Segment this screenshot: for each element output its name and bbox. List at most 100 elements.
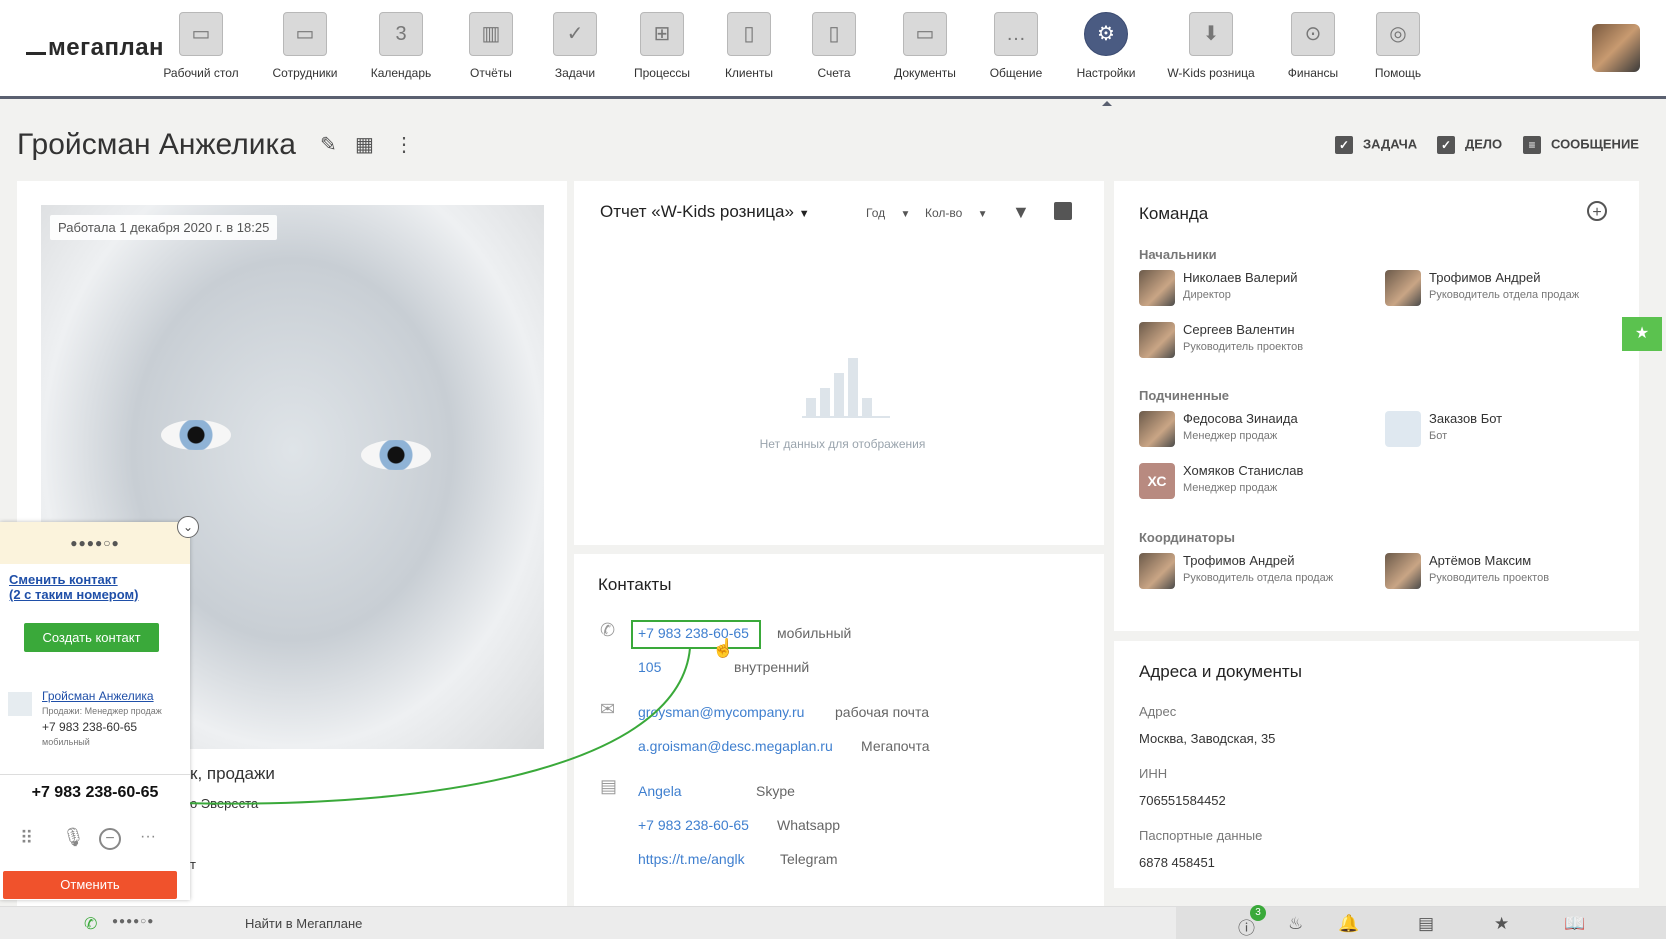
subordinates-heading: Подчиненные (1139, 388, 1230, 403)
addresses-title: Адреса и документы (1139, 662, 1302, 681)
hold-icon[interactable]: − (99, 828, 121, 850)
settings-icon: ⚙ (1084, 12, 1128, 56)
megaplan-logo[interactable]: мегаплан (26, 34, 164, 62)
dialpad-icon[interactable]: ⠿ (20, 828, 33, 849)
team-member-boss-3[interactable]: Сергеев Валентин Руководитель проектов (1139, 322, 1369, 362)
nav-label: Общение (989, 66, 1043, 80)
add-deal-button[interactable]: ✓ ДЕЛО (1437, 136, 1502, 154)
nav-documents[interactable]: ▭ Документы (880, 12, 970, 80)
nav-employees[interactable]: ▭ Сотрудники (260, 12, 350, 80)
contact-name-link[interactable]: Гройсман Анжелика (42, 689, 154, 703)
bottom-toolbar: ⓘ 3 ♨ 🔔 ▤ ★ 📖 (1176, 905, 1666, 939)
nav-processes[interactable]: ⊞ Процессы (617, 12, 707, 80)
team-member-coordinator-2[interactable]: Артёмов Максим Руководитель проектов (1385, 553, 1615, 593)
book-icon[interactable]: 📖 (1564, 914, 1585, 934)
phone-type-mobile: мобильный (777, 625, 852, 641)
period-select[interactable]: Год ▼ (866, 206, 910, 220)
call-link-arrow (179, 647, 691, 808)
contact-telegram[interactable]: https://t.me/anglk (638, 851, 745, 867)
contact-role: Продажи: Менеджер продаж (42, 706, 162, 716)
add-team-member-icon[interactable]: + (1587, 201, 1607, 221)
star-icon[interactable]: ★ (1494, 914, 1509, 934)
nav-label: Задачи (554, 66, 596, 80)
team-member-subordinate-1[interactable]: Федосова Зинаида Менеджер продаж (1139, 411, 1369, 451)
phone-icon: ✆ (600, 620, 616, 640)
chat-icon[interactable]: ▤ (1418, 914, 1434, 934)
call-status: ●●●●○● (0, 522, 190, 564)
documents-icon: ▭ (903, 12, 947, 56)
avatar (1385, 553, 1421, 589)
nav-tasks[interactable]: ✓ Задачи (530, 12, 620, 80)
nav-finance[interactable]: ⊙ Финансы (1268, 12, 1358, 80)
nav-chat[interactable]: … Общение (971, 12, 1061, 80)
card-view-icon[interactable]: ▦ (355, 132, 374, 157)
favorites-star-tab[interactable]: ★ (1622, 317, 1662, 351)
extra-text: т (190, 857, 196, 872)
nav-calendar[interactable]: 3 Календарь (356, 12, 446, 80)
dialed-number: +7 983 238-60-65 (31, 784, 159, 801)
nav-settings[interactable]: ⚙ Настройки (1061, 12, 1151, 106)
team-member-subordinate-3[interactable]: ХС Хомяков Станислав Менеджер продаж (1139, 463, 1369, 503)
team-member-boss-1[interactable]: Николаев Валерий Директор (1139, 270, 1369, 310)
user-avatar[interactable] (1592, 24, 1640, 72)
add-task-button[interactable]: ✓ ЗАДАЧА (1335, 136, 1417, 154)
messenger-type-telegram: Telegram (780, 851, 838, 867)
help-icon: ◎ (1376, 12, 1420, 56)
wkids-icon: ⬇ (1189, 12, 1233, 56)
avatar (1139, 270, 1175, 306)
team-member-boss-2[interactable]: Трофимов Андрей Руководитель отдела прода… (1385, 270, 1615, 310)
more-options-icon[interactable]: ··· (140, 828, 156, 846)
chat-icon: … (994, 12, 1038, 56)
cancel-call-button[interactable]: Отменить (3, 871, 177, 899)
nav-desktop[interactable]: ▭ Рабочий стол (156, 12, 246, 80)
divider (0, 774, 190, 775)
nav-label: Финансы (1287, 66, 1339, 80)
fire-icon[interactable]: ♨ (1288, 914, 1303, 934)
microphone-icon[interactable]: 🎙 (62, 827, 85, 848)
nav-clients[interactable]: ▯ Клиенты (704, 12, 794, 80)
clients-icon: ▯ (727, 12, 771, 56)
top-navigation: мегаплан ▭ Рабочий стол ▭ Сотрудники 3 Календ… (0, 0, 1666, 106)
deal-icon: ✓ (1437, 136, 1455, 154)
nav-reports[interactable]: ▥ Отчёты (446, 12, 536, 80)
bosses-heading: Начальники (1139, 247, 1217, 262)
nav-help[interactable]: ◎ Помощь (1353, 12, 1443, 80)
collapse-widget-icon[interactable]: ⌄ (177, 516, 199, 538)
global-search[interactable]: Найти в Мегаплане (245, 916, 362, 931)
task-icon: ✓ (1335, 136, 1353, 154)
metric-select[interactable]: Кол-во ▼ (925, 206, 988, 220)
phone-widget: ●●●●○● Сменить контакт (2 с таким номером… (0, 522, 190, 900)
employees-icon: ▭ (283, 12, 327, 56)
nav-label: Счета (817, 66, 851, 80)
nav-invoices[interactable]: ▯ Счета (789, 12, 879, 80)
filter-icon[interactable]: ▼ (1012, 202, 1030, 223)
bell-icon[interactable]: 🔔 (1338, 914, 1359, 934)
page-title: Гройсман Анжелика (17, 128, 296, 161)
nav-wkids[interactable]: ⬇ W-Kids розница (1166, 12, 1256, 80)
contact-avatar (8, 692, 32, 716)
reports-icon: ▥ (469, 12, 513, 56)
team-member-coordinator-1[interactable]: Трофимов Андрей Руководитель отдела прода… (1139, 553, 1369, 593)
empty-report-text: Нет данных для отображения (759, 437, 926, 451)
passport-value: 6878 458451 (1139, 855, 1215, 870)
team-member-subordinate-2[interactable]: Заказов Бот Бот (1385, 411, 1615, 451)
edit-icon[interactable]: ✎ (320, 132, 337, 157)
chart-toggle-icon[interactable] (1054, 202, 1072, 220)
more-menu-icon[interactable]: ⋮ (394, 132, 414, 157)
alerts-count-badge: 3 (1250, 905, 1266, 921)
finance-icon: ⊙ (1291, 12, 1335, 56)
last-activity-badge: Работала 1 декабря 2020 г. в 18:25 (50, 215, 278, 240)
nav-label: Рабочий стол (163, 66, 239, 80)
address-label: Адрес (1139, 704, 1177, 719)
create-contact-button[interactable]: Создать контакт (24, 623, 159, 652)
photo-eye-right (361, 440, 431, 470)
report-title-dropdown[interactable]: Отчет «W-Kids розница» ▼ (600, 202, 810, 222)
send-message-button[interactable]: ≡ СООБЩЕНИЕ (1523, 136, 1639, 154)
nav-label: Сотрудники (272, 66, 338, 80)
phone-call-icon[interactable]: ✆ (84, 914, 97, 934)
invoices-icon: ▯ (812, 12, 856, 56)
address-value: Москва, Заводская, 35 (1139, 731, 1276, 746)
change-contact-link[interactable]: Сменить контакт (2 с таким номером) (9, 572, 138, 602)
coordinators-heading: Координаторы (1139, 530, 1235, 545)
photo-eye-left (161, 420, 231, 450)
